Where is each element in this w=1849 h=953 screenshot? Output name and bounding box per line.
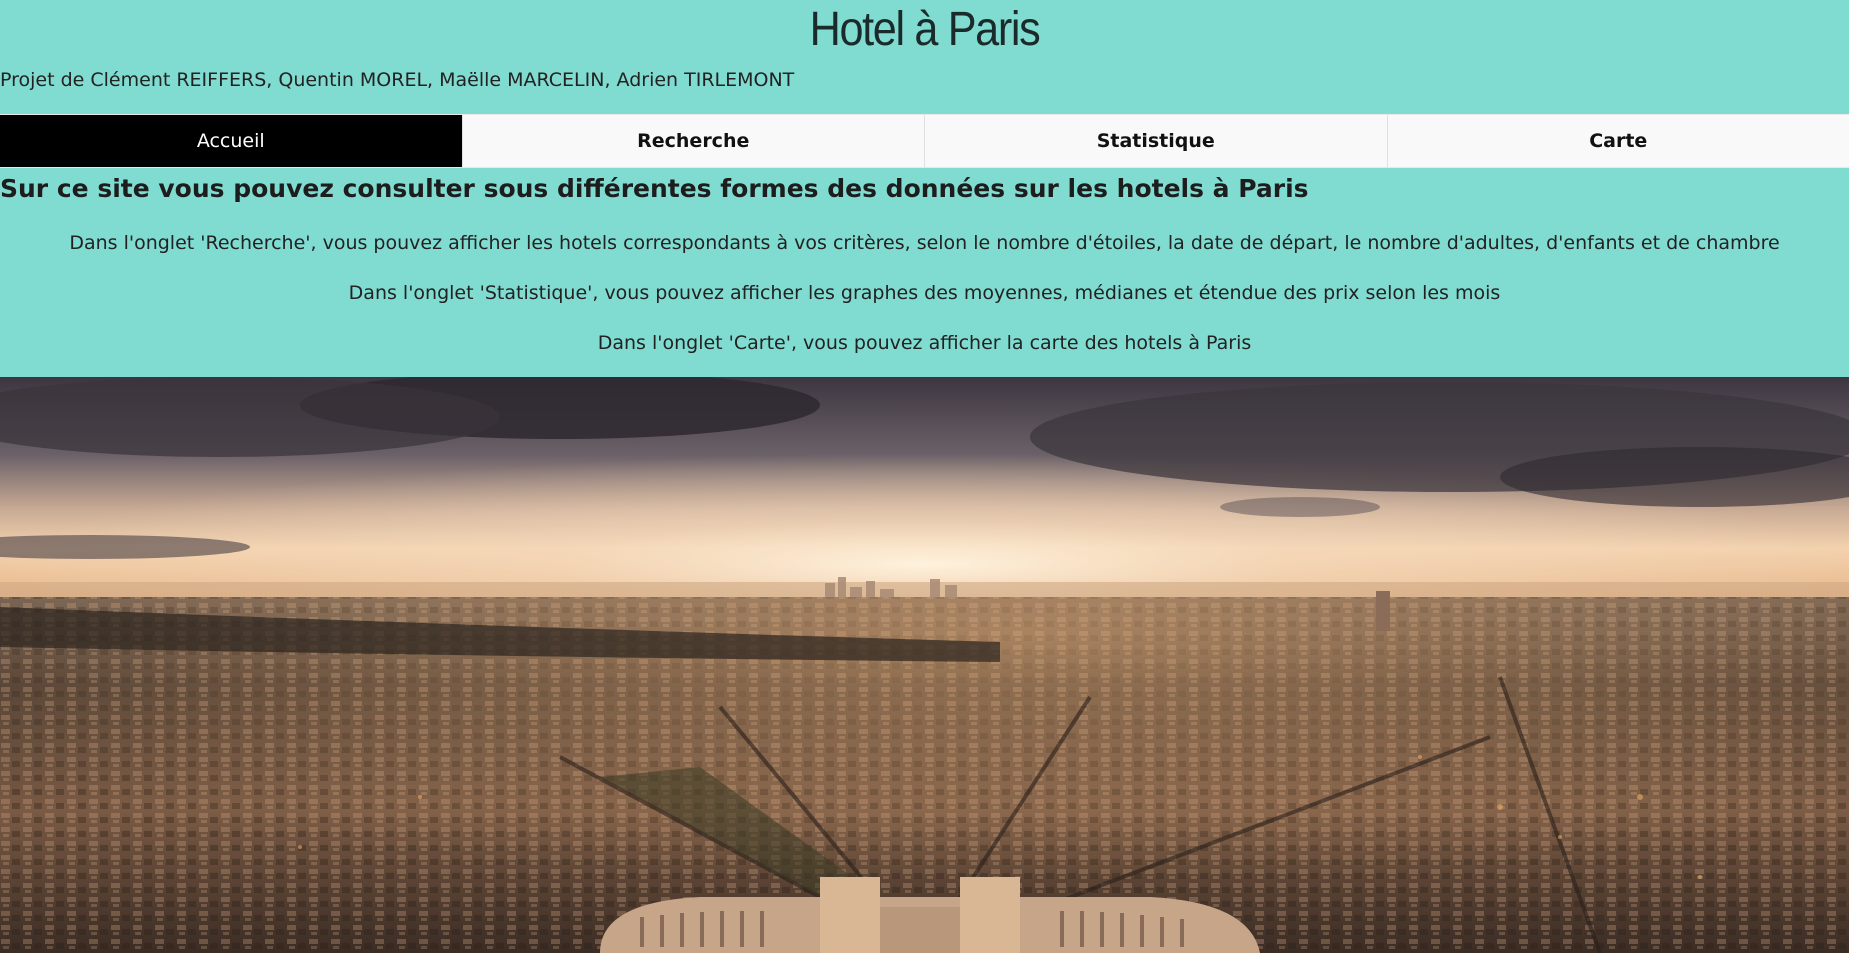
description-carte: Dans l'onglet 'Carte', vous pouvez affic… — [597, 332, 1252, 354]
project-authors: Projet de Clément REIFFERS, Quentin MORE… — [0, 69, 795, 91]
paris-panorama-image — [0, 377, 1849, 953]
main-navigation: Accueil Recherche Statistique Carte — [0, 114, 1849, 168]
page: Hotel à Paris Projet de Clément REIFFERS… — [0, 0, 1849, 953]
tab-recherche[interactable]: Recherche — [461, 115, 924, 167]
tab-accueil[interactable]: Accueil — [0, 115, 462, 167]
tab-statistique[interactable]: Statistique — [924, 115, 1387, 167]
intro-heading: Sur ce site vous pouvez consulter sous d… — [0, 174, 1309, 203]
page-title: Hotel à Paris — [809, 3, 1041, 56]
tab-carte[interactable]: Carte — [1386, 115, 1849, 167]
description-statistique: Dans l'onglet 'Statistique', vous pouvez… — [348, 282, 1501, 304]
description-recherche: Dans l'onglet 'Recherche', vous pouvez a… — [69, 232, 1780, 254]
